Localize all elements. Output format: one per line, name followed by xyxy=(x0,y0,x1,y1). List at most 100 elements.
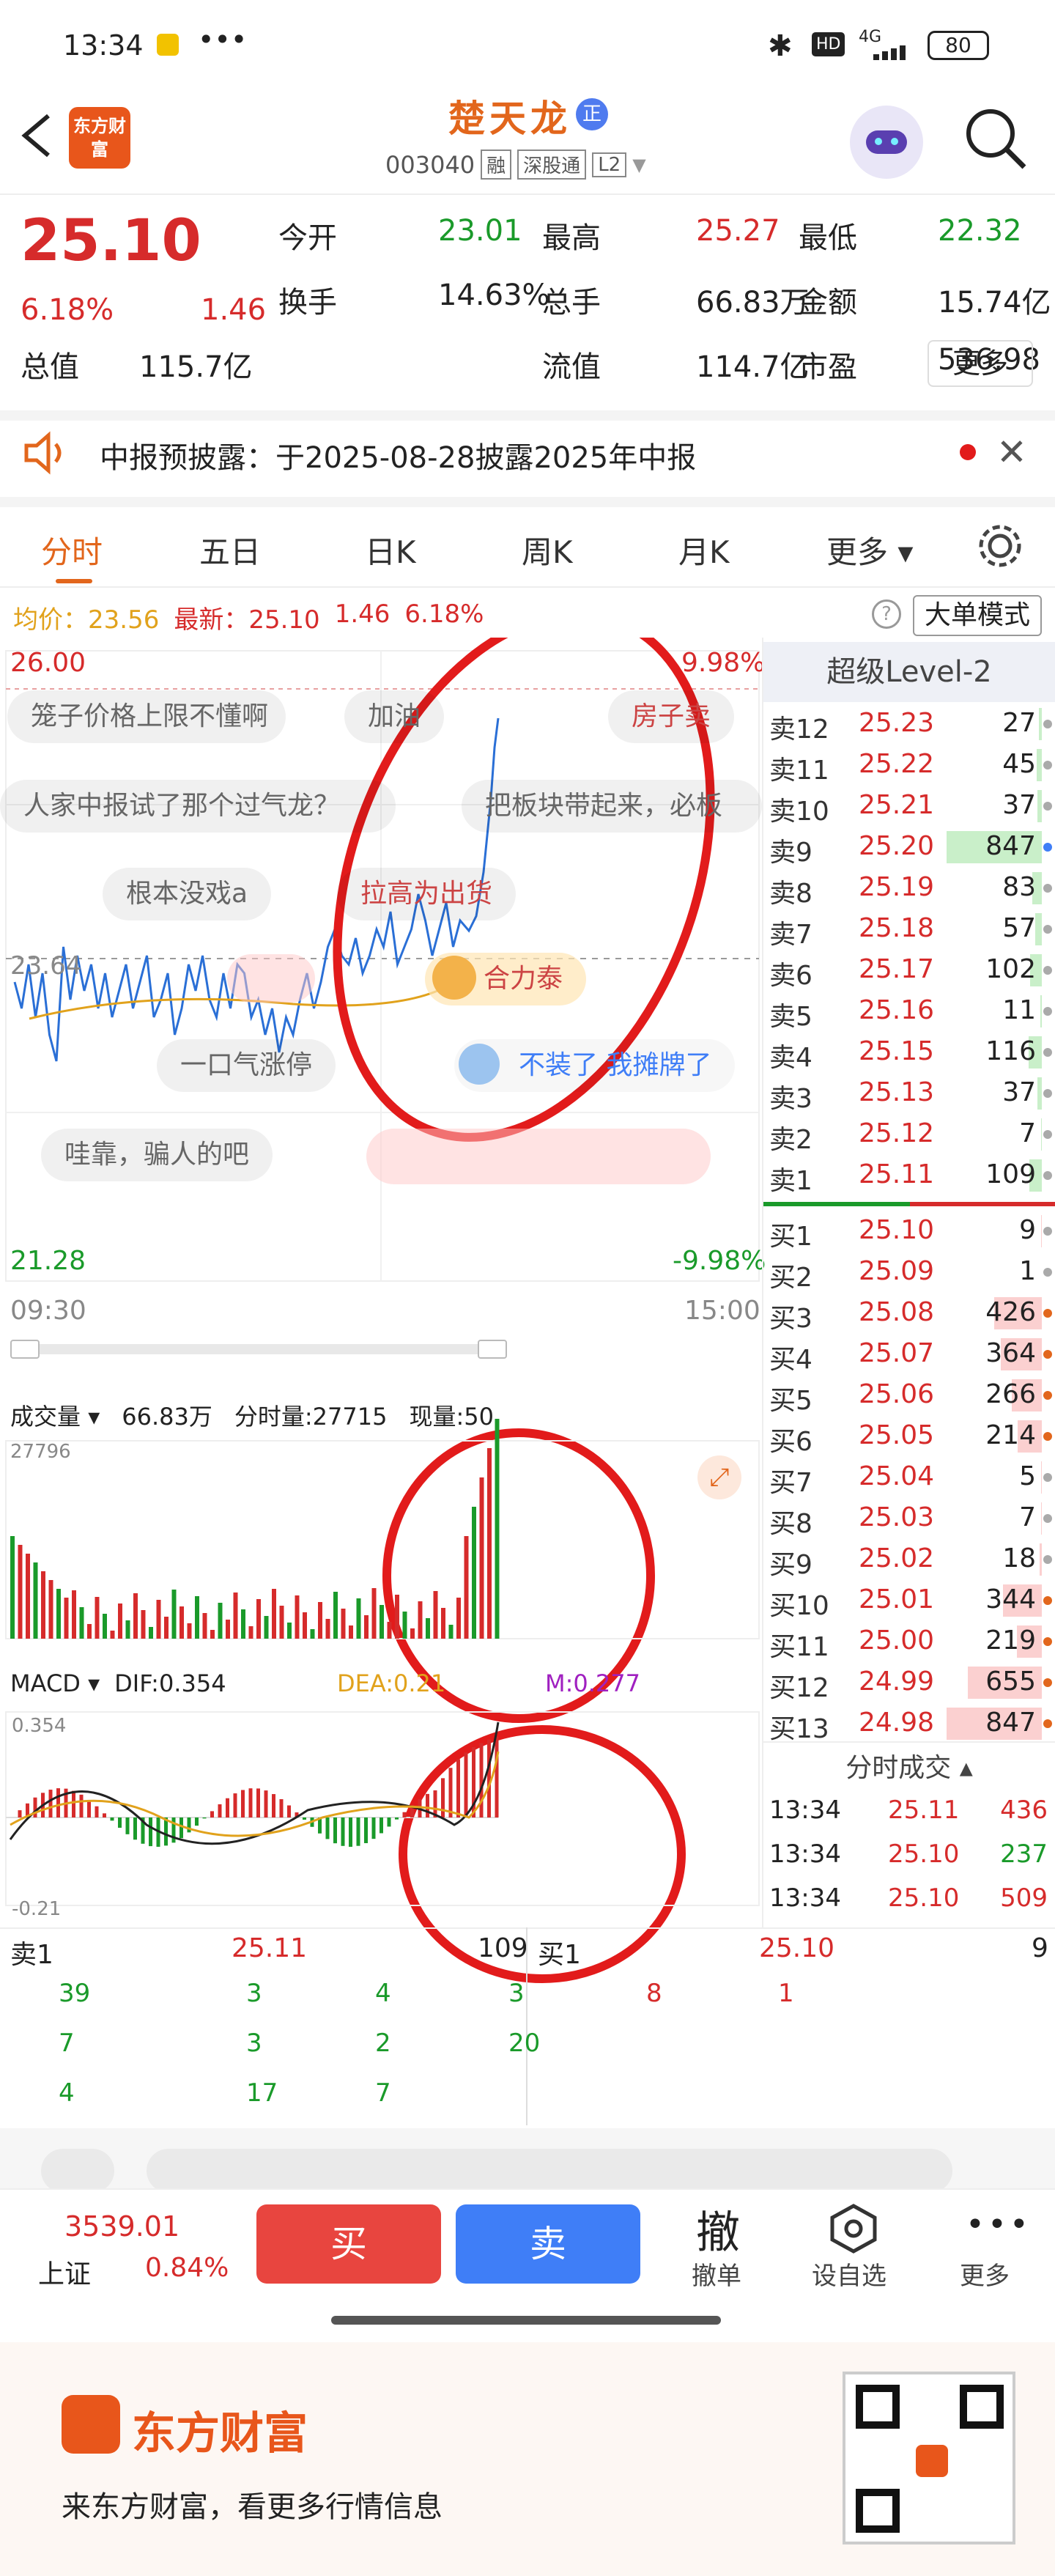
trades-title[interactable]: 分时成交 ▴ xyxy=(763,1741,1055,1793)
book-volume: 57 xyxy=(1002,913,1036,943)
ask-row[interactable]: 卖4 25.15 116 xyxy=(763,1032,1055,1073)
bid-row[interactable]: 买9 25.02 18 xyxy=(763,1539,1055,1580)
book-dot xyxy=(1043,1637,1052,1646)
range-handle-left[interactable] xyxy=(10,1340,40,1359)
danmu-emoji-bubble[interactable] xyxy=(227,954,315,1003)
bid-row[interactable]: 买8 25.03 7 xyxy=(763,1498,1055,1539)
chart-bottom-pct: -9.98% xyxy=(673,1246,766,1276)
danmu-7[interactable]: 拉高为出货 xyxy=(337,868,517,920)
macd-label-text: MACD xyxy=(10,1669,81,1697)
avatar xyxy=(459,1044,500,1085)
tab-3[interactable]: 周K xyxy=(522,528,573,572)
more-dots-icon[interactable]: ••• xyxy=(966,2206,1032,2243)
quote-value-turnover-2: 15.74亿 xyxy=(938,286,1051,320)
ask-row[interactable]: 卖11 25.22 45 xyxy=(763,745,1055,786)
help-icon[interactable]: ? xyxy=(872,599,901,629)
tab-4[interactable]: 月K xyxy=(678,528,730,572)
volume-bar xyxy=(410,1628,415,1639)
tab-5[interactable]: 更多 ▾ xyxy=(826,528,913,572)
queue-buy-cell: 8 xyxy=(646,1979,662,2008)
tab-2[interactable]: 日K xyxy=(365,528,416,572)
macd-bar xyxy=(448,1768,453,1817)
book-volume: 18 xyxy=(1002,1543,1036,1573)
danmu-10-text: 不装了 我摊牌了 xyxy=(519,1050,712,1080)
danmu-emoji-bubble[interactable] xyxy=(366,1129,711,1184)
ask-row[interactable]: 卖12 25.23 27 xyxy=(763,704,1055,745)
bid-row[interactable]: 买5 25.06 266 xyxy=(763,1375,1055,1416)
volume-bar xyxy=(402,1612,407,1639)
volume-bar xyxy=(395,1595,399,1639)
danmu-5[interactable]: 把板块带起来，必板 xyxy=(462,780,762,833)
danmu-3[interactable]: 房子卖 xyxy=(608,690,735,743)
macd-bar xyxy=(456,1759,460,1817)
sell-button[interactable]: 卖 xyxy=(456,2204,640,2284)
volume-label[interactable]: 成交量 ▾ xyxy=(10,1398,100,1432)
home-indicator[interactable] xyxy=(331,2316,721,2325)
close-icon[interactable]: ✕ xyxy=(996,431,1027,473)
last-change-pct: 6.18% xyxy=(404,599,484,629)
comment-input[interactable] xyxy=(147,2149,952,2193)
book-dot xyxy=(1043,1130,1052,1139)
cancel-order-label[interactable]: 撤单 xyxy=(692,2256,741,2292)
more-label[interactable]: 更多 xyxy=(960,2256,1010,2292)
bid-row[interactable]: 买13 24.98 847 xyxy=(763,1703,1055,1744)
intraday-chart[interactable] xyxy=(0,638,762,2030)
chevron-down-icon[interactable]: ▼ xyxy=(632,155,645,175)
add-watchlist-label[interactable]: 设自选 xyxy=(812,2256,886,2292)
macd-bar xyxy=(395,1817,399,1820)
bid-row[interactable]: 买2 25.09 1 xyxy=(763,1252,1055,1293)
bid-row[interactable]: 买7 25.04 5 xyxy=(763,1457,1055,1498)
search-icon[interactable] xyxy=(963,106,1029,171)
bid-row[interactable]: 买12 24.99 655 xyxy=(763,1662,1055,1703)
book-level: 买9 xyxy=(769,1550,812,1580)
ask-row[interactable]: 卖1 25.11 109 xyxy=(763,1155,1055,1196)
more-quote-button[interactable]: 更多 xyxy=(928,340,1033,387)
queue-sell-cell: 3 xyxy=(246,1979,262,2008)
tab-0[interactable]: 分时 xyxy=(41,528,103,583)
ask-row[interactable]: 卖3 25.13 37 xyxy=(763,1073,1055,1114)
app-logo[interactable]: 东方财富 xyxy=(69,107,130,169)
danmu-11[interactable]: 哇靠，骗人的吧 xyxy=(41,1129,273,1181)
ask-row[interactable]: 卖5 25.16 11 xyxy=(763,991,1055,1032)
add-watchlist-icon[interactable] xyxy=(828,2203,879,2254)
ask-row[interactable]: 卖9 25.20 847 xyxy=(763,827,1055,868)
ask-row[interactable]: 卖10 25.21 37 xyxy=(763,786,1055,827)
buy-button[interactable]: 买 xyxy=(256,2204,441,2284)
bid-row[interactable]: 买11 25.00 219 xyxy=(763,1621,1055,1662)
macd-bar xyxy=(79,1794,84,1817)
book-volume: 344 xyxy=(985,1584,1036,1614)
ask-row[interactable]: 卖8 25.19 83 xyxy=(763,868,1055,909)
macd-dif: DIF:0.354 xyxy=(114,1669,226,1697)
danmu-1[interactable]: 笼子价格上限不懂啊 xyxy=(7,690,286,743)
bid-row[interactable]: 买10 25.01 344 xyxy=(763,1580,1055,1621)
ask-row[interactable]: 卖6 25.17 102 xyxy=(763,950,1055,991)
danmu-6[interactable]: 根本没戏a xyxy=(103,868,272,920)
book-volume: 364 xyxy=(985,1338,1036,1368)
cancel-order-icon[interactable]: 撤 xyxy=(696,2197,740,2261)
bid-row[interactable]: 买3 25.08 426 xyxy=(763,1293,1055,1334)
quote-key-turnover-0: 换手 xyxy=(278,286,337,320)
quote-value-open-high-low-2: 22.32 xyxy=(938,214,1022,248)
book-dot xyxy=(1043,761,1052,770)
ask-row[interactable]: 卖2 25.12 7 xyxy=(763,1114,1055,1155)
macd-bar xyxy=(441,1778,445,1817)
macd-label[interactable]: MACD ▾ xyxy=(10,1669,100,1697)
expand-icon[interactable]: ⤢ xyxy=(697,1455,741,1499)
price-grid-frame xyxy=(5,650,760,1282)
bid-row[interactable]: 买4 25.07 364 xyxy=(763,1334,1055,1375)
bid-row[interactable]: 买6 25.05 214 xyxy=(763,1416,1055,1457)
bid-row[interactable]: 买1 25.10 9 xyxy=(763,1211,1055,1252)
big-order-mode-button[interactable]: 大单模式 xyxy=(913,595,1042,636)
level2-title[interactable]: 超级Level-2 xyxy=(763,642,1055,702)
queue-cells: 39 3 4 3 7 3 2 20 4 17 7 8 1 xyxy=(0,1979,1055,2125)
danmu-4[interactable]: 人家中报试了那个过气龙？ xyxy=(0,780,396,833)
ask-row[interactable]: 卖7 25.18 57 xyxy=(763,909,1055,950)
comment-icon[interactable] xyxy=(41,2149,114,2193)
tab-1[interactable]: 五日 xyxy=(199,528,261,572)
back-icon[interactable] xyxy=(15,110,59,161)
danmu-9[interactable]: 一口气涨停 xyxy=(157,1039,336,1092)
settings-gear-icon[interactable] xyxy=(976,522,1024,570)
robot-avatar[interactable] xyxy=(850,106,923,179)
range-handle-right[interactable] xyxy=(478,1340,507,1359)
danmu-2[interactable]: 加油 xyxy=(344,690,445,743)
